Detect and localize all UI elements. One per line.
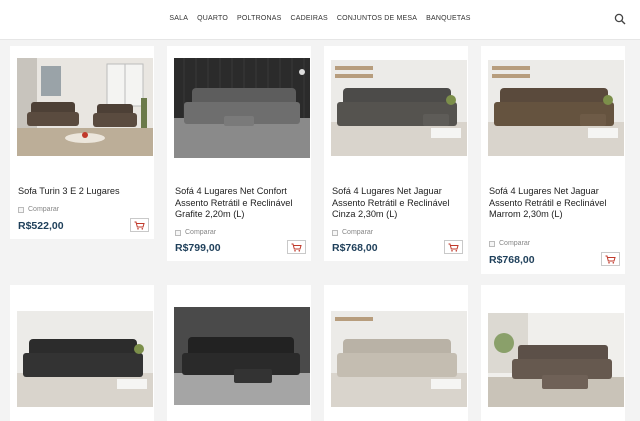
product-image[interactable] (488, 313, 624, 407)
sofa-preto-retratil-image (174, 307, 310, 405)
compare-option[interactable]: Comparar (18, 206, 59, 213)
product-card[interactable] (324, 285, 468, 421)
product-card[interactable] (10, 285, 154, 421)
nav-item-conjuntos-de-mesa[interactable]: CONJUNTOS DE MESA (337, 15, 417, 22)
product-image[interactable] (488, 60, 624, 156)
product-card[interactable] (481, 285, 625, 421)
product-image[interactable] (331, 311, 467, 407)
cart-icon (448, 243, 459, 252)
cart-icon (605, 255, 616, 264)
add-to-cart-button[interactable] (601, 252, 620, 266)
compare-label: Comparar (185, 229, 217, 236)
sofa-preto-image (17, 311, 153, 407)
product-card[interactable] (167, 285, 311, 421)
product-card[interactable]: Sofa Turin 3 E 2 Lugares Comparar R$522,… (10, 46, 154, 239)
sofa-grafite-image (174, 58, 310, 158)
add-to-cart-button[interactable] (287, 240, 306, 254)
sofa-bege-image (331, 311, 467, 407)
nav-item-quarto[interactable]: QUARTO (197, 15, 228, 22)
compare-option[interactable]: Comparar (489, 240, 530, 247)
top-navigation-bar: SALA QUARTO POLTRONAS CADEIRAS CONJUNTOS… (0, 0, 640, 40)
product-image[interactable] (174, 307, 310, 405)
sofa-canto-image (488, 313, 624, 407)
nav-item-poltronas[interactable]: POLTRONAS (237, 15, 281, 22)
add-to-cart-button[interactable] (444, 240, 463, 254)
compare-label: Comparar (28, 206, 60, 213)
product-card[interactable]: Sofá 4 Lugares Net Jaguar Assento Retrát… (324, 46, 468, 261)
product-title[interactable]: Sofa Turin 3 E 2 Lugares (18, 186, 148, 198)
product-title[interactable]: Sofá 4 Lugares Net Confort Assento Retrá… (175, 186, 305, 221)
product-image[interactable] (331, 60, 467, 156)
product-price: R$799,00 (175, 242, 221, 254)
add-to-cart-button[interactable] (130, 218, 149, 232)
product-title[interactable]: Sofá 4 Lugares Net Jaguar Assento Retrát… (332, 186, 462, 221)
product-price: R$768,00 (332, 242, 378, 254)
compare-checkbox[interactable] (332, 229, 338, 236)
compare-label: Comparar (499, 240, 531, 247)
compare-checkbox[interactable] (175, 229, 181, 236)
sofa-set-image (17, 58, 153, 156)
product-image[interactable] (17, 58, 153, 156)
cart-icon (291, 243, 302, 252)
compare-option[interactable]: Comparar (175, 229, 216, 236)
compare-checkbox[interactable] (489, 240, 495, 247)
cart-icon (134, 221, 145, 230)
compare-option[interactable]: Comparar (332, 229, 373, 236)
category-nav: SALA QUARTO POLTRONAS CADEIRAS CONJUNTOS… (0, 15, 640, 22)
product-image[interactable] (174, 58, 310, 158)
nav-item-banquetas[interactable]: BANQUETAS (426, 15, 470, 22)
search-icon[interactable] (614, 13, 626, 25)
sofa-cinza-image (331, 60, 467, 156)
product-card[interactable]: Sofá 4 Lugares Net Jaguar Assento Retrát… (481, 46, 625, 274)
product-card[interactable]: Sofá 4 Lugares Net Confort Assento Retrá… (167, 46, 311, 261)
product-price: R$522,00 (18, 220, 64, 232)
nav-item-cadeiras[interactable]: CADEIRAS (290, 15, 327, 22)
product-title[interactable]: Sofá 4 Lugares Net Jaguar Assento Retrát… (489, 186, 619, 221)
product-image[interactable] (17, 311, 153, 407)
compare-label: Comparar (342, 229, 374, 236)
nav-item-sala[interactable]: SALA (169, 15, 188, 22)
product-price: R$768,00 (489, 254, 535, 266)
compare-checkbox[interactable] (18, 206, 24, 213)
sofa-marrom-image (488, 60, 624, 156)
